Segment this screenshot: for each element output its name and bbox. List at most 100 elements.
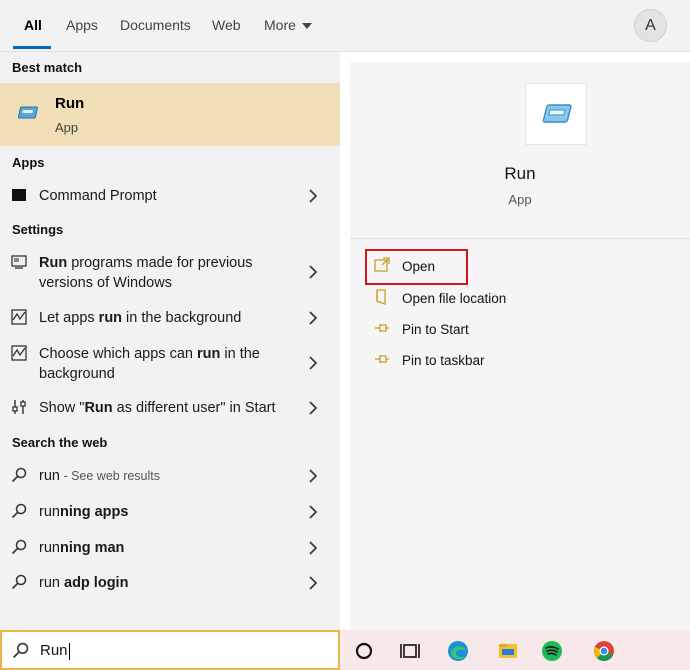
tab-all[interactable]: All	[24, 0, 42, 52]
chevron-right-icon[interactable]	[308, 188, 318, 204]
action-label: Open file location	[402, 291, 507, 306]
list-item-label: Choose which apps can run in the backgro…	[39, 344, 289, 384]
list-item-web-running-man[interactable]: running man	[0, 536, 340, 564]
muted-text: - See web results	[59, 469, 161, 483]
search-box[interactable]: Run	[0, 630, 340, 670]
match-text: adp login	[64, 575, 129, 591]
search-web-heading: Search the web	[12, 435, 108, 450]
app-title: Run	[504, 164, 536, 183]
action-pin-to-taskbar[interactable]: Pin to taskbar	[374, 353, 494, 373]
text-cursor	[68, 642, 70, 660]
chevron-right-icon[interactable]	[308, 264, 318, 280]
label-text: run	[39, 540, 60, 556]
avatar[interactable]: A	[634, 9, 667, 42]
match-text: run	[197, 346, 221, 362]
list-item-label: running man	[39, 538, 289, 558]
search-icon	[11, 574, 27, 590]
tab-more-label: More	[264, 17, 296, 33]
chevron-right-icon[interactable]	[308, 540, 318, 556]
chevron-right-icon[interactable]	[308, 310, 318, 326]
tab-active-indicator	[13, 46, 51, 49]
search-icon	[11, 467, 27, 483]
action-pin-to-start[interactable]: Pin to Start	[374, 322, 494, 342]
compat-icon	[11, 255, 27, 269]
file-explorer-icon[interactable]	[497, 640, 519, 662]
list-item-web-run[interactable]: run - See web results	[0, 464, 340, 492]
edge-icon[interactable]	[447, 640, 469, 662]
results-panel: Best match Run App Apps Command Prompt S…	[0, 52, 340, 630]
best-match-item[interactable]: Run App	[0, 83, 340, 146]
apps-heading: Apps	[12, 155, 45, 170]
action-label: Pin to Start	[402, 322, 469, 337]
label-text: Choose which apps can	[39, 346, 197, 362]
task-view-icon[interactable]	[399, 640, 421, 662]
tab-documents[interactable]: Documents	[120, 0, 191, 52]
list-item-label: Let apps run in the background	[39, 308, 289, 328]
search-value: Run	[40, 642, 68, 659]
divider	[350, 238, 690, 239]
chevron-right-icon[interactable]	[308, 355, 318, 371]
action-open-file-location[interactable]: Open file location	[374, 289, 524, 311]
label-text: Let apps	[39, 310, 99, 326]
match-text: Run	[39, 255, 68, 271]
label-text: as different user" in Start	[112, 400, 276, 416]
cortana-icon[interactable]	[353, 640, 375, 662]
list-item-web-run-adp-login[interactable]: run adp login	[0, 571, 340, 599]
spotify-icon[interactable]	[541, 640, 563, 662]
chrome-icon[interactable]	[593, 640, 615, 662]
activity-icon	[11, 345, 27, 361]
search-icon	[12, 642, 29, 659]
search-icon	[11, 503, 27, 519]
run-app-icon	[18, 106, 38, 119]
action-label: Pin to taskbar	[402, 353, 485, 368]
app-tile	[525, 83, 587, 145]
list-item-command-prompt[interactable]: Command Prompt	[0, 182, 340, 210]
annotation-highlight-box	[365, 249, 468, 285]
list-item-label: running apps	[39, 502, 289, 522]
search-icon	[11, 539, 27, 555]
label-text: programs made for previous versions of W…	[39, 255, 253, 291]
settings-heading: Settings	[12, 222, 64, 237]
search-input[interactable]: Run	[40, 642, 70, 660]
label-text: run	[39, 468, 60, 484]
list-item-setting-run-as[interactable]: Show "Run as different user" in Start	[0, 396, 340, 424]
settings-sliders-icon	[12, 400, 26, 414]
match-text: run	[98, 310, 123, 326]
label-text: run	[39, 575, 64, 591]
best-match-subtitle: App	[55, 120, 79, 135]
chevron-down-icon	[301, 23, 312, 30]
list-item-label: run - See web results	[39, 466, 289, 486]
tab-more[interactable]: More	[264, 0, 312, 52]
best-match-heading: Best match	[12, 60, 83, 75]
label-text: in the background	[122, 310, 242, 326]
file-location-icon	[376, 289, 386, 305]
detail-panel: Run App Open Open file location Pin to S…	[350, 62, 690, 630]
pin-icon	[375, 324, 389, 332]
list-item-label: run adp login	[39, 573, 289, 593]
list-item-label: Run programs made for previous versions …	[39, 253, 289, 293]
chevron-right-icon[interactable]	[308, 400, 318, 416]
tab-apps[interactable]: Apps	[66, 0, 98, 52]
label-text: Show "	[39, 400, 85, 416]
match-text: ning man	[59, 540, 125, 556]
match-text: Run	[84, 400, 113, 416]
chevron-right-icon[interactable]	[308, 575, 318, 591]
search-tabs-bar: All Apps Documents Web More A	[0, 0, 690, 52]
app-subtitle: App	[508, 192, 532, 207]
chevron-right-icon[interactable]	[308, 468, 318, 484]
pin-icon	[375, 355, 389, 363]
activity-icon	[11, 309, 27, 325]
list-item-setting-compat[interactable]: Run programs made for previous versions …	[0, 251, 340, 295]
tab-web[interactable]: Web	[212, 0, 241, 52]
label-text: run	[39, 504, 60, 520]
list-item-web-running-apps[interactable]: running apps	[0, 500, 340, 528]
list-item-label: Show "Run as different user" in Start	[39, 398, 289, 418]
console-icon	[12, 189, 26, 201]
list-item-setting-choose-apps[interactable]: Choose which apps can run in the backgro…	[0, 342, 340, 386]
run-app-icon	[542, 104, 572, 123]
chevron-right-icon[interactable]	[308, 504, 318, 520]
list-item-setting-background[interactable]: Let apps run in the background	[0, 306, 340, 334]
list-item-label: Command Prompt	[39, 188, 157, 204]
best-match-title: Run	[55, 95, 85, 112]
match-text: ning apps	[59, 504, 129, 520]
